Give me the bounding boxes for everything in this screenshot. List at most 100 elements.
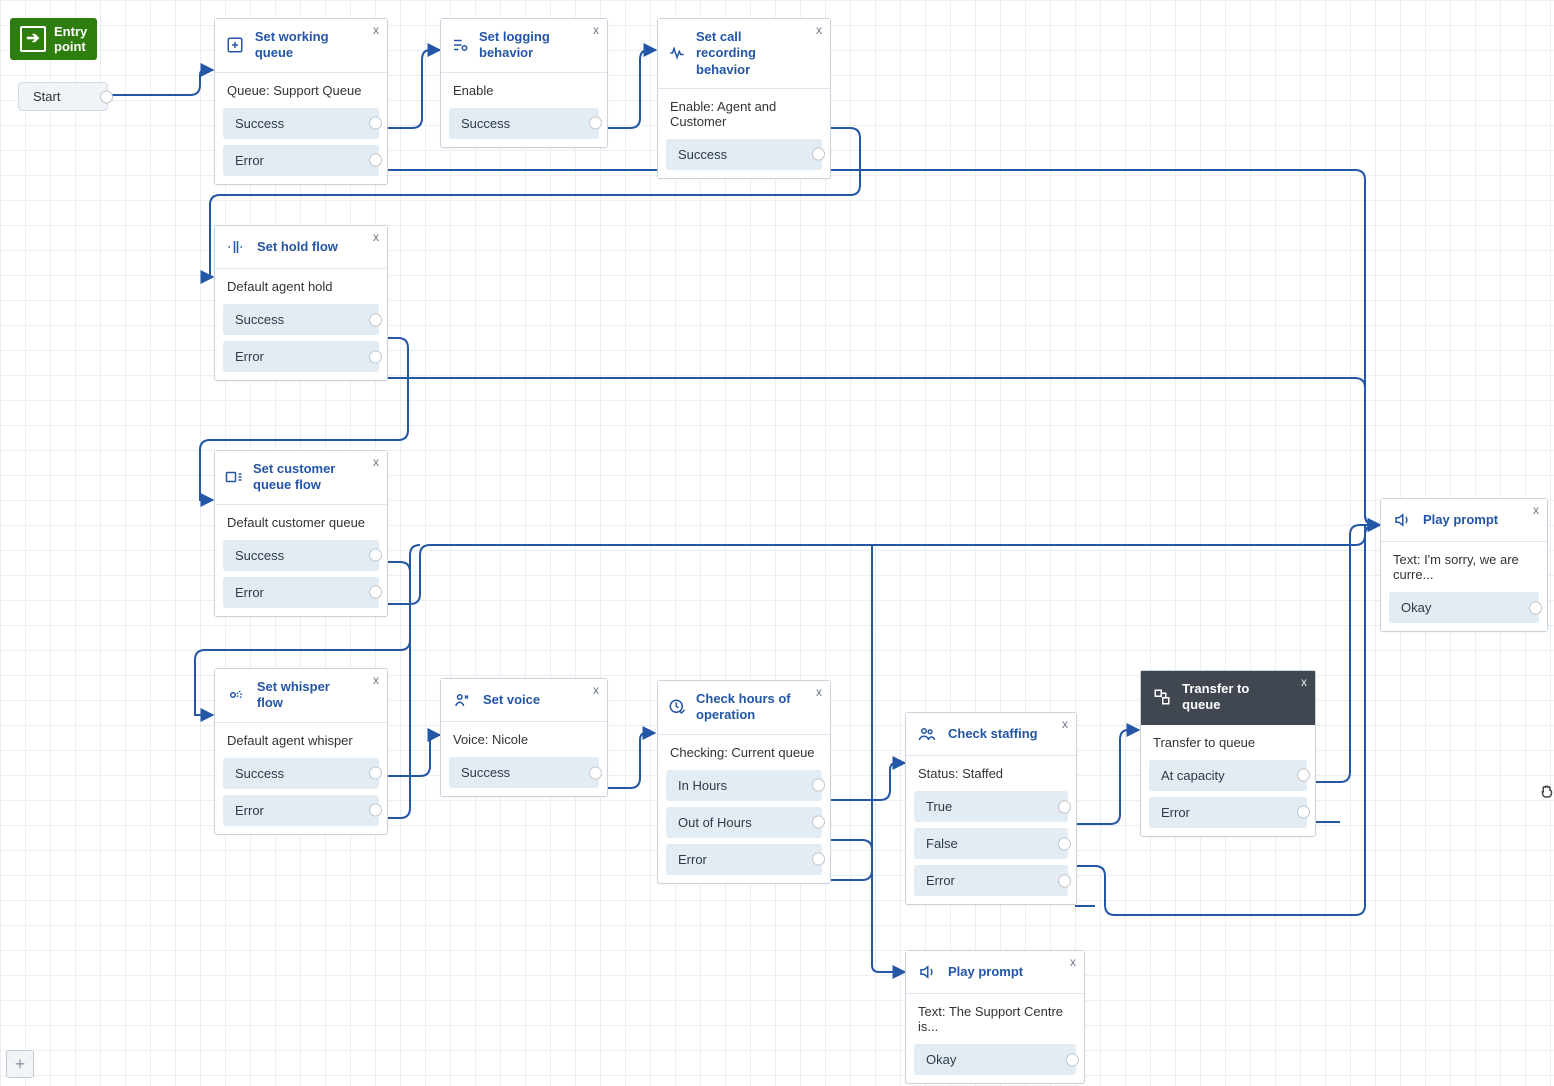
close-icon[interactable]: x <box>1301 675 1307 690</box>
branch-label: False <box>926 836 958 851</box>
node-set-whisper-flow[interactable]: Set whisper flow x Default agent whisper… <box>214 668 388 835</box>
output-port[interactable] <box>369 117 382 130</box>
branch-label: In Hours <box>678 778 727 793</box>
output-port[interactable] <box>1297 769 1310 782</box>
branch-label: Error <box>235 585 264 600</box>
branch-error[interactable]: Error <box>914 865 1068 896</box>
output-port[interactable] <box>1529 601 1542 614</box>
entry-point[interactable]: ➔ Entry point <box>10 18 97 60</box>
node-play-prompt-closed[interactable]: Play prompt x Text: The Support Centre i… <box>905 950 1085 1084</box>
close-icon[interactable]: x <box>816 23 822 38</box>
output-port[interactable] <box>369 549 382 562</box>
branch-success[interactable]: Success <box>223 758 379 789</box>
output-port[interactable] <box>589 766 602 779</box>
node-body: Default agent whisper <box>215 723 387 758</box>
node-body: Queue: Support Queue <box>215 73 387 108</box>
output-port[interactable] <box>1297 806 1310 819</box>
branch-out-of-hours[interactable]: Out of Hours <box>666 807 822 838</box>
close-icon[interactable]: x <box>373 455 379 470</box>
node-set-working-queue[interactable]: Set working queue x Queue: Support Queue… <box>214 18 388 185</box>
node-body: Transfer to queue <box>1141 725 1315 760</box>
customer-queue-icon <box>225 466 243 488</box>
node-header[interactable]: Check staffing x <box>906 713 1076 756</box>
output-port[interactable] <box>369 804 382 817</box>
node-check-staffing[interactable]: Check staffing x Status: Staffed True Fa… <box>905 712 1077 905</box>
output-port[interactable] <box>369 767 382 780</box>
node-header[interactable]: Play prompt x <box>906 951 1084 994</box>
close-icon[interactable]: x <box>373 23 379 38</box>
node-set-customer-queue-flow[interactable]: Set customer queue flow x Default custom… <box>214 450 388 617</box>
output-port[interactable] <box>369 350 382 363</box>
output-port[interactable] <box>100 90 113 103</box>
branch-label: Error <box>678 852 707 867</box>
node-header[interactable]: Transfer to queue x <box>1141 671 1315 725</box>
node-header[interactable]: Set voice x <box>441 679 607 722</box>
branch-error[interactable]: Error <box>1149 797 1307 828</box>
node-header[interactable]: Set working queue x <box>215 19 387 73</box>
branch-success[interactable]: Success <box>449 108 599 139</box>
node-set-call-recording-behavior[interactable]: Set call recording behavior x Enable: Ag… <box>657 18 831 179</box>
close-icon[interactable]: x <box>1533 503 1539 518</box>
node-transfer-to-queue[interactable]: Transfer to queue x Transfer to queue At… <box>1140 670 1316 837</box>
close-icon[interactable]: x <box>593 23 599 38</box>
output-port[interactable] <box>1058 837 1071 850</box>
node-play-prompt-sorry[interactable]: Play prompt x Text: I'm sorry, we are cu… <box>1380 498 1548 632</box>
output-port[interactable] <box>369 586 382 599</box>
node-title: Set whisper flow <box>257 679 359 712</box>
output-port[interactable] <box>812 853 825 866</box>
branch-success[interactable]: Success <box>223 304 379 335</box>
close-icon[interactable]: x <box>1062 717 1068 732</box>
branch-label: At capacity <box>1161 768 1225 783</box>
branch-error[interactable]: Error <box>223 577 379 608</box>
branch-in-hours[interactable]: In Hours <box>666 770 822 801</box>
start-label: Start <box>33 89 60 104</box>
node-set-voice[interactable]: Set voice x Voice: Nicole Success <box>440 678 608 797</box>
branch-true[interactable]: True <box>914 791 1068 822</box>
output-port[interactable] <box>812 148 825 161</box>
close-icon[interactable]: x <box>1070 955 1076 970</box>
branch-success[interactable]: Success <box>449 757 599 788</box>
branch-success[interactable]: Success <box>223 108 379 139</box>
close-icon[interactable]: x <box>593 683 599 698</box>
branch-error[interactable]: Error <box>223 795 379 826</box>
branch-okay[interactable]: Okay <box>1389 592 1539 623</box>
node-header[interactable]: Set hold flow x <box>215 226 387 269</box>
output-port[interactable] <box>1058 874 1071 887</box>
branch-success[interactable]: Success <box>223 540 379 571</box>
branch-label: Success <box>678 147 727 162</box>
node-header[interactable]: Set call recording behavior x <box>658 19 830 89</box>
branch-okay[interactable]: Okay <box>914 1044 1076 1075</box>
branch-at-capacity[interactable]: At capacity <box>1149 760 1307 791</box>
node-check-hours-of-operation[interactable]: Check hours of operation x Checking: Cur… <box>657 680 831 884</box>
add-block-button[interactable]: + <box>6 1050 34 1078</box>
node-header[interactable]: Set customer queue flow x <box>215 451 387 505</box>
node-body: Enable: Agent and Customer <box>658 89 830 139</box>
close-icon[interactable]: x <box>373 673 379 688</box>
start-node[interactable]: Start <box>18 82 108 111</box>
node-header[interactable]: Check hours of operation x <box>658 681 830 735</box>
node-set-logging-behavior[interactable]: Set logging behavior x Enable Success <box>440 18 608 148</box>
entry-label: Entry point <box>54 24 87 54</box>
output-port[interactable] <box>369 313 382 326</box>
node-header[interactable]: Set logging behavior x <box>441 19 607 73</box>
branch-success[interactable]: Success <box>666 139 822 170</box>
node-header[interactable]: Play prompt x <box>1381 499 1547 542</box>
close-icon[interactable]: x <box>373 230 379 245</box>
output-port[interactable] <box>812 779 825 792</box>
output-port[interactable] <box>369 154 382 167</box>
output-port[interactable] <box>1066 1053 1079 1066</box>
output-port[interactable] <box>589 117 602 130</box>
output-port[interactable] <box>812 816 825 829</box>
branch-error[interactable]: Error <box>666 844 822 875</box>
node-title: Play prompt <box>1423 512 1498 528</box>
branch-label: Success <box>235 312 284 327</box>
branch-label: Error <box>235 349 264 364</box>
branch-error[interactable]: Error <box>223 145 379 176</box>
close-icon[interactable]: x <box>816 685 822 700</box>
node-header[interactable]: Set whisper flow x <box>215 669 387 723</box>
branch-false[interactable]: False <box>914 828 1068 859</box>
node-set-hold-flow[interactable]: Set hold flow x Default agent hold Succe… <box>214 225 388 381</box>
branch-error[interactable]: Error <box>223 341 379 372</box>
output-port[interactable] <box>1058 800 1071 813</box>
pause-flow-icon <box>225 236 247 258</box>
